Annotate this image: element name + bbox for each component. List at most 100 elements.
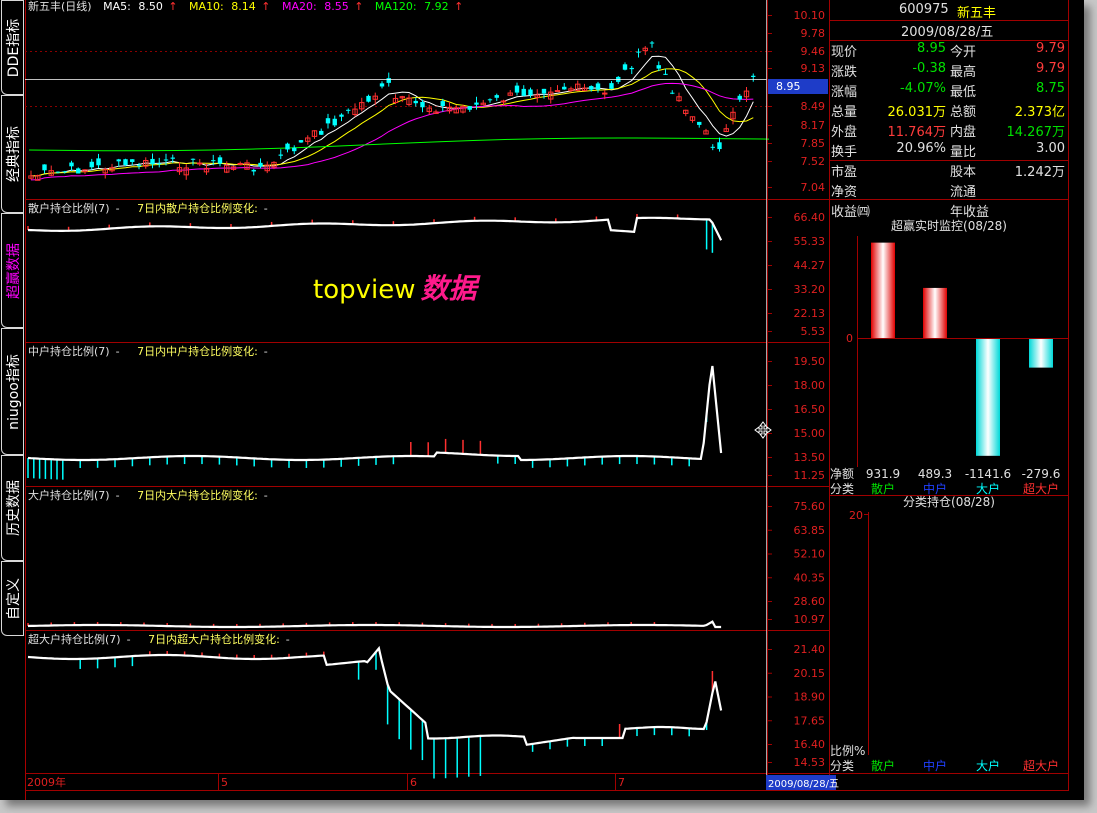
hold-category-3: 超大户 bbox=[1023, 758, 1059, 773]
sub-y-tick: 14.53 bbox=[794, 756, 826, 769]
x-label-june: 6 bbox=[410, 776, 417, 789]
price-y-tick: 9.13 bbox=[801, 62, 826, 75]
ma10-value: 8.14 bbox=[231, 0, 256, 13]
tab-history-data[interactable]: 历史数据 bbox=[1, 455, 24, 561]
stock-period-label: 新五丰(日线) bbox=[28, 0, 92, 13]
quote-row: 涨幅 -4.07% 最低 8.75 bbox=[829, 79, 1069, 100]
hold-category-0: 散户 bbox=[871, 758, 895, 773]
sub-y-tick: 21.40 bbox=[794, 643, 826, 656]
quote-label: 最高 bbox=[950, 65, 977, 80]
price-y-tick: 9.46 bbox=[801, 45, 826, 58]
quote-value: 8.95 bbox=[917, 41, 946, 56]
tab-custom[interactable]: 自定义 bbox=[1, 561, 24, 636]
sub-y-tick: 15.00 bbox=[794, 427, 826, 440]
super-hold-header: 超大户持仓比例(7) - 7日内超大户持仓比例变化: - bbox=[28, 632, 290, 646]
quote-value: 20.96% bbox=[896, 141, 946, 156]
current-price-label: 8.95 bbox=[776, 80, 801, 93]
quote-value: 3.00 bbox=[1036, 141, 1065, 156]
move-cursor-icon bbox=[754, 421, 772, 439]
quote-header: 600975 新五丰 bbox=[829, 0, 1069, 21]
quote-row: 外盘 11.764万 内盘 14.267万 bbox=[829, 119, 1069, 140]
ma20-value: 8.55 bbox=[324, 0, 349, 13]
ma5-value: 8.50 bbox=[138, 0, 163, 13]
price-y-tick: 7.85 bbox=[801, 137, 826, 150]
ma5-label: MA5: bbox=[103, 0, 131, 13]
quote-label: 净资 bbox=[831, 185, 858, 200]
tab-dde-indicator[interactable]: DDE指标 bbox=[1, 0, 24, 95]
quote-label: 量比 bbox=[950, 145, 977, 160]
quote-row: 市盈 股本 1.242万 bbox=[829, 159, 1069, 180]
net-amount-label: 净额 bbox=[830, 467, 854, 481]
quote-value: -4.07% bbox=[900, 81, 946, 96]
quote-value: 11.764万 bbox=[887, 125, 947, 140]
sub-y-tick: 13.50 bbox=[794, 451, 826, 464]
x-label-2009: 2009年 bbox=[27, 775, 66, 789]
quote-row: 收益㈣ 年收益 bbox=[829, 199, 1069, 220]
tab-chaoying-data[interactable]: 超赢数据 bbox=[1, 213, 24, 328]
classification-hold-title: 分类持仓(08/28) bbox=[903, 494, 995, 509]
sub-y-tick: 16.50 bbox=[794, 403, 826, 416]
quote-value: 1.242万 bbox=[1014, 165, 1065, 180]
realtime-monitor-title: 超赢实时监控(08/28) bbox=[891, 218, 1007, 233]
quote-label: 市盈 bbox=[831, 165, 858, 180]
ma120-arrow-icon: ↑ bbox=[454, 0, 463, 13]
x-label-july: 7 bbox=[618, 776, 625, 789]
quote-value: 9.79 bbox=[1036, 41, 1065, 56]
ma20-arrow-icon: ↑ bbox=[354, 0, 363, 13]
monitor-bar-0 bbox=[871, 242, 895, 338]
sub-y-tick: 52.10 bbox=[794, 548, 826, 561]
sub-y-tick: 18.00 bbox=[794, 379, 826, 392]
ma120-label: MA120: bbox=[375, 0, 417, 13]
sub-y-tick: 66.40 bbox=[794, 211, 826, 224]
quote-label: 年收益 bbox=[950, 205, 990, 220]
price-y-tick: 9.78 bbox=[801, 27, 826, 40]
sub-y-tick: 5.53 bbox=[801, 325, 826, 338]
stock-code: 600975 bbox=[899, 2, 949, 17]
large-hold-header: 大户持仓比例(7) - 7日内大户持仓比例变化: - bbox=[28, 488, 268, 502]
quote-panel: 600975 新五丰 2009/08/28/五 现价 8.95 今开 9.79 涨跌 -0… bbox=[829, 0, 1069, 220]
ma10-label: MA10: bbox=[189, 0, 224, 13]
monitor-bar-3 bbox=[1029, 339, 1053, 368]
sub-y-tick: 28.60 bbox=[794, 595, 826, 608]
quote-label: 换手 bbox=[831, 145, 858, 160]
watermark: topview 数据 bbox=[313, 272, 482, 305]
price-y-tick: 7.04 bbox=[801, 181, 826, 194]
quote-row: 换手 20.96% 量比 3.00 bbox=[829, 139, 1069, 160]
sub-chart-y-axes: 66.40 55.33 44.27 33.20 22.13 5.53 19.50 18.00 1… bbox=[768, 211, 825, 769]
ma5-arrow-icon: ↑ bbox=[168, 0, 177, 13]
tab-classic-indicator[interactable]: 经典指标 bbox=[1, 95, 24, 213]
price-y-tick: 7.52 bbox=[801, 155, 826, 168]
category-label: 分类 bbox=[830, 482, 854, 496]
quote-row: 现价 8.95 今开 9.79 bbox=[829, 39, 1069, 60]
monitor-value-label: 489.3 bbox=[918, 467, 952, 481]
candlestick-series bbox=[28, 41, 756, 181]
monitor-category-label: 大户 bbox=[976, 481, 1000, 496]
indicator-tab-strip: DDE指标 经典指标 超赢数据 niugoo指标 历史数据 自定义 bbox=[0, 0, 26, 800]
stock-software-window: DDE指标 经典指标 超赢数据 niugoo指标 历史数据 自定义 10.10 9… bbox=[0, 0, 1084, 800]
sub-y-tick: 44.27 bbox=[794, 259, 826, 272]
sub-y-tick: 11.25 bbox=[794, 469, 826, 482]
price-chart-header: 新五丰(日线) MA5: 8.50 ↑ MA10: 8.14 ↑ MA20: 8… bbox=[28, 0, 463, 13]
cursor-date-label: 2009/08/28/五 bbox=[768, 779, 839, 790]
hold-category-label: 分类 bbox=[830, 759, 854, 773]
sub-y-tick: 40.35 bbox=[794, 571, 826, 584]
quote-label: 涨幅 bbox=[831, 85, 858, 100]
price-y-tick: 8.17 bbox=[801, 119, 826, 132]
monitor-value-label: 931.9 bbox=[866, 467, 900, 481]
realtime-monitor-panel: 超赢实时监控(08/28) 0 净额 分类 931.9散户 489.3中户 -114… bbox=[830, 218, 1068, 496]
ma10-arrow-icon: ↑ bbox=[261, 0, 270, 13]
sub-y-tick: 17.65 bbox=[794, 714, 826, 727]
quote-value: 14.267万 bbox=[1006, 125, 1066, 140]
quote-label: 外盘 bbox=[831, 125, 858, 140]
tab-niugoo-indicator[interactable]: niugoo指标 bbox=[1, 328, 24, 455]
x-label-may: 5 bbox=[221, 776, 228, 789]
quote-label: 收益㈣ bbox=[831, 205, 871, 220]
price-y-tick: 8.49 bbox=[801, 100, 826, 113]
quote-label: 涨跌 bbox=[831, 65, 858, 80]
quote-label: 今开 bbox=[950, 45, 977, 60]
hold-category-2: 大户 bbox=[976, 758, 1000, 773]
monitor-category-label: 散户 bbox=[871, 481, 895, 496]
sub-y-tick: 55.33 bbox=[794, 235, 826, 248]
price-y-tick: 10.10 bbox=[794, 9, 826, 22]
quote-row: 净资 流通 bbox=[829, 179, 1069, 200]
